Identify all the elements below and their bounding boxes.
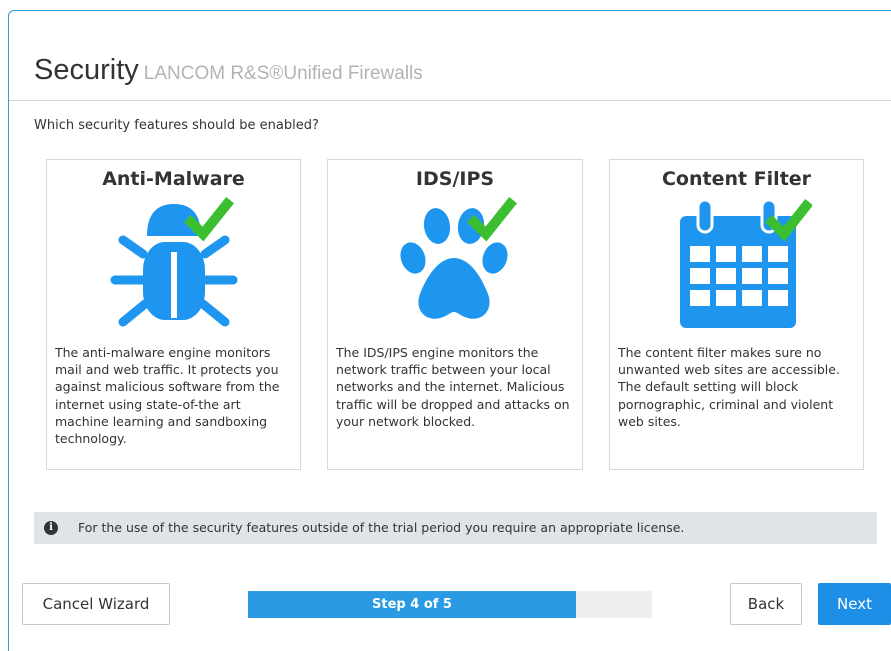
feature-card-title: Anti-Malware	[102, 168, 245, 190]
page-title-subtitle: LANCOM R&S®Unified Firewalls	[143, 63, 423, 84]
question-label: Which security features should be enable…	[34, 118, 319, 133]
title-divider	[9, 100, 891, 101]
feature-card-content-filter[interactable]: Content Filter The content filter makes …	[609, 159, 864, 470]
feature-card-title: IDS/IPS	[415, 168, 495, 190]
feature-card-description: The IDS/IPS engine monitors the network …	[336, 345, 570, 429]
wizard-progress-bar: Step 4 of 5	[248, 591, 652, 618]
back-button[interactable]: Back	[730, 583, 802, 625]
feature-card-title: Content Filter	[661, 168, 812, 190]
feature-card-anti-malware[interactable]: Anti-Malware The anti-malware engine mon…	[46, 159, 301, 470]
feature-card-ids-ips[interactable]: IDS/IPS The IDS/IPS engine monitors the …	[327, 159, 583, 470]
next-button[interactable]: Next	[818, 583, 891, 625]
progress-label: Step 4 of 5	[372, 597, 452, 612]
page-title: Security LANCOM R&S®Unified Firewalls	[34, 54, 423, 87]
license-info-text: For the use of the security features out…	[78, 520, 685, 535]
bug-icon	[47, 196, 300, 336]
feature-card-description: The content filter makes sure no unwante…	[618, 345, 840, 429]
info-icon: i	[44, 521, 58, 535]
license-info-bar: i For the use of the security features o…	[34, 512, 877, 544]
calendar-icon	[610, 196, 863, 336]
feature-card-description: The anti-malware engine monitors mail an…	[55, 345, 280, 447]
cancel-wizard-button[interactable]: Cancel Wizard	[22, 583, 170, 625]
paw-icon	[328, 196, 582, 336]
page-title-main: Security	[34, 54, 139, 86]
